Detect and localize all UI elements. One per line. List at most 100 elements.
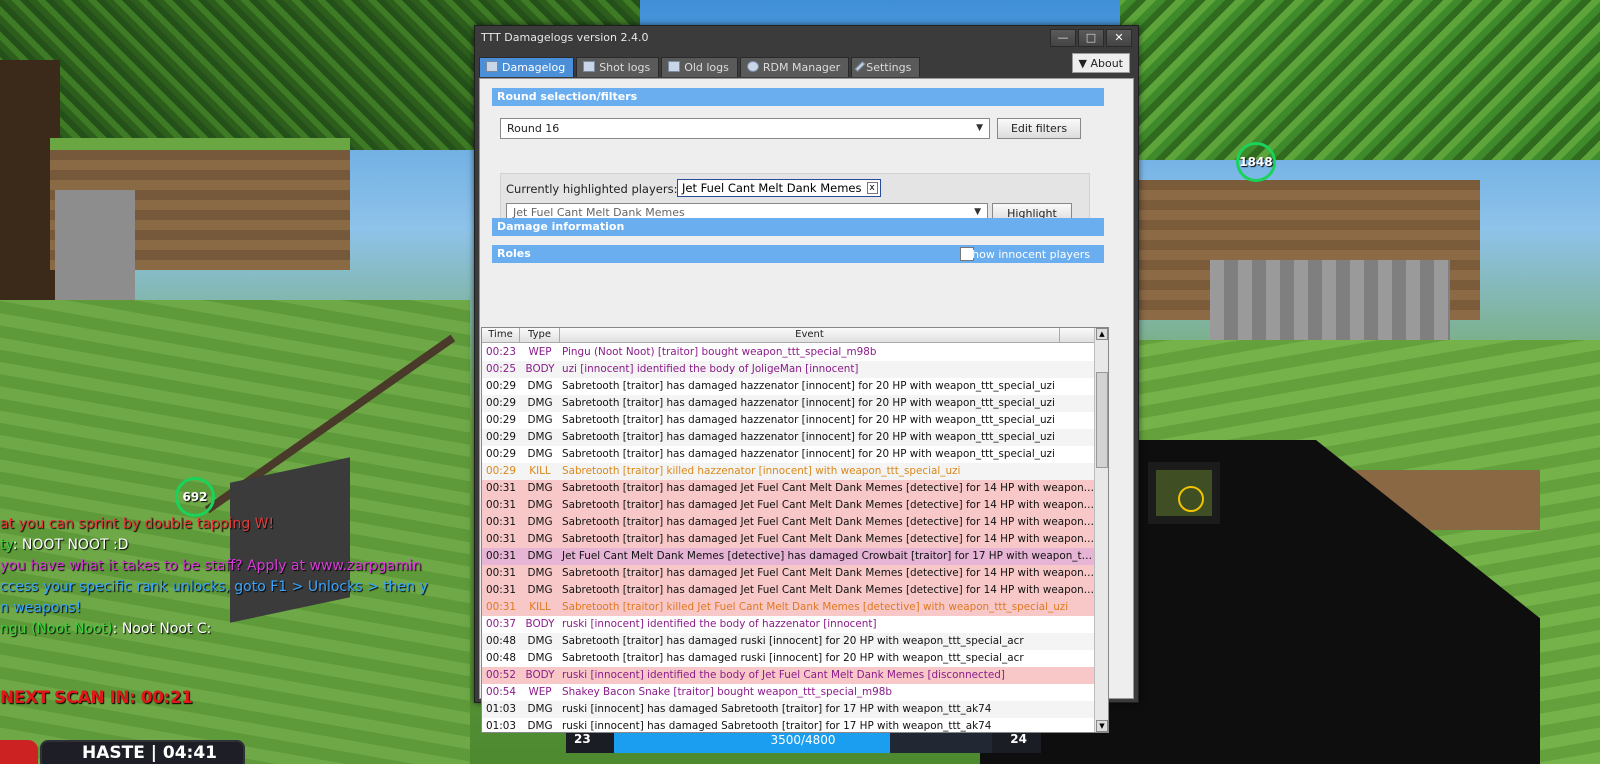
row-event: ruski [innocent] has damaged Sabretooth …: [562, 720, 992, 732]
chat-line: n weapons!: [0, 600, 470, 621]
calendar-icon: [668, 61, 681, 72]
chat-line: ngu (Noot Noot): Noot Noot C:: [0, 621, 470, 642]
ammo-clip: 23: [574, 732, 591, 746]
scroll-up-icon[interactable]: ▲: [1096, 328, 1108, 340]
table-row[interactable]: 00:31 DMG Sabretooth [traitor] has damaged…: [482, 480, 1096, 497]
chevron-down-icon: ▼: [974, 207, 981, 217]
row-time: 01:03: [486, 703, 516, 715]
row-type: DMG: [527, 414, 553, 426]
row-event: Sabretooth [traitor] killed Jet Fuel Can…: [562, 601, 1069, 613]
edit-filters-button[interactable]: Edit filters: [997, 118, 1081, 139]
table-row[interactable]: 00:29 DMG Sabretooth [traitor] has damaged…: [482, 446, 1096, 463]
chat-text: : NOOT NOOT :D: [12, 537, 129, 553]
row-event: Sabretooth [traitor] has damaged hazzena…: [562, 414, 1055, 426]
row-time: 00:29: [486, 414, 516, 426]
damagelogs-window: TTT Damagelogs version 2.4.0 — □ ✕ Damag…: [474, 25, 1139, 733]
row-type: DMG: [527, 380, 553, 392]
row-event: ruski [innocent] has damaged Sabretooth …: [562, 703, 992, 715]
table-row[interactable]: 01:03 DMG ruski [innocent] has damaged Sab…: [482, 701, 1096, 718]
column-header-type[interactable]: Type: [520, 328, 560, 342]
weapon-sight: [1148, 462, 1220, 524]
table-row[interactable]: 01:03 DMG ruski [innocent] has damaged Sab…: [482, 718, 1096, 732]
row-time: 00:48: [486, 635, 516, 647]
row-type: DMG: [527, 720, 553, 732]
row-time: 00:31: [486, 482, 516, 494]
highlighted-players-label: Currently highlighted players:: [506, 182, 678, 196]
row-time: 00:31: [486, 516, 516, 528]
row-time: 00:29: [486, 397, 516, 409]
chat-text: ty: [0, 537, 13, 553]
reticle-icon: [1178, 486, 1204, 512]
roles-label: Roles: [497, 247, 531, 260]
chat-text: : Noot Noot C:: [112, 621, 212, 637]
chat-text: you have what it takes to be staff? Appl…: [0, 558, 422, 574]
chat-line: you have what it takes to be staff? Appl…: [0, 558, 470, 579]
row-time: 00:31: [486, 499, 516, 511]
about-button[interactable]: ▼ About: [1071, 53, 1130, 73]
close-button[interactable]: ✕: [1106, 29, 1132, 47]
table-row[interactable]: 00:48 DMG Sabretooth [traitor] has damaged…: [482, 650, 1096, 667]
table-row[interactable]: 00:29 KILL Sabretooth [traitor] killed haz…: [482, 463, 1096, 480]
player-marker-ring: 1848: [1236, 142, 1276, 182]
magnifier-icon: [746, 61, 759, 72]
table-row[interactable]: 00:29 DMG Sabretooth [traitor] has damaged…: [482, 429, 1096, 446]
table-row[interactable]: 00:52 BODY ruski [innocent] identified the…: [482, 667, 1096, 684]
maximize-button[interactable]: □: [1078, 29, 1104, 47]
table-row[interactable]: 00:48 DMG Sabretooth [traitor] has damaged…: [482, 633, 1096, 650]
table-row[interactable]: 00:23 WEP Pingu (Noot Noot) [traitor] boug…: [482, 344, 1096, 361]
row-type: KILL: [529, 465, 551, 477]
row-type: DMG: [527, 431, 553, 443]
row-time: 00:31: [486, 584, 516, 596]
scroll-down-icon[interactable]: ▼: [1096, 720, 1108, 732]
haste-timer: HASTE | 04:41: [40, 740, 245, 764]
row-type: DMG: [527, 499, 553, 511]
column-header-spacer: [1060, 328, 1096, 342]
vertical-scrollbar[interactable]: ▲ ▼: [1094, 328, 1108, 732]
column-header-time[interactable]: Time: [482, 328, 520, 342]
tab-shot-logs[interactable]: Shot logs: [576, 57, 660, 77]
chat-line: ty: NOOT NOOT :D: [0, 537, 470, 558]
row-event: Sabretooth [traitor] has damaged Jet Fue…: [562, 499, 1096, 511]
row-time: 00:52: [486, 669, 516, 681]
show-innocent-label: Show innocent players: [965, 248, 1090, 261]
row-event: Sabretooth [traitor] has damaged Jet Fue…: [562, 533, 1096, 545]
tab-damagelog[interactable]: Damagelog: [479, 57, 575, 77]
table-row[interactable]: 00:31 KILL Sabretooth [traitor] killed Jet…: [482, 599, 1096, 616]
section-damage-information: Damage information: [492, 218, 1104, 236]
tab-settings[interactable]: Settings: [851, 57, 921, 77]
table-row[interactable]: 00:29 DMG Sabretooth [traitor] has damaged…: [482, 378, 1096, 395]
table-row[interactable]: 00:31 DMG Sabretooth [traitor] has damaged…: [482, 565, 1096, 582]
row-type: BODY: [525, 669, 555, 681]
table-icon: [486, 61, 498, 72]
minimize-button[interactable]: —: [1050, 29, 1076, 47]
table-row[interactable]: 00:31 DMG Sabretooth [traitor] has damaged…: [482, 531, 1096, 548]
table-row[interactable]: 00:25 BODY uzi [innocent] identified the b…: [482, 361, 1096, 378]
row-event: Sabretooth [traitor] has damaged Jet Fue…: [562, 516, 1096, 528]
tab-label: Settings: [866, 61, 912, 74]
chat-line: at you can sprint by double tapping W!: [0, 516, 470, 537]
row-type: DMG: [527, 550, 553, 562]
chat-text: n weapons!: [0, 600, 82, 616]
row-type: DMG: [527, 448, 553, 460]
log-rows: 00:23 WEP Pingu (Noot Noot) [traitor] boug…: [482, 344, 1096, 732]
row-type: DMG: [527, 533, 553, 545]
table-row[interactable]: 00:31 DMG Jet Fuel Cant Melt Dank Memes [d…: [482, 548, 1096, 565]
row-time: 00:23: [486, 346, 516, 358]
table-row[interactable]: 00:29 DMG Sabretooth [traitor] has damaged…: [482, 412, 1096, 429]
tab-rdm-manager[interactable]: RDM Manager: [739, 57, 850, 77]
tab-old-logs[interactable]: Old logs: [661, 57, 738, 77]
table-row[interactable]: 00:31 DMG Sabretooth [traitor] has damaged…: [482, 514, 1096, 531]
chip-remove-button[interactable]: x: [866, 182, 878, 194]
chip-label: Jet Fuel Cant Melt Dank Memes: [682, 181, 862, 195]
table-row[interactable]: 00:31 DMG Sabretooth [traitor] has damaged…: [482, 497, 1096, 514]
scrollbar-thumb[interactable]: [1096, 372, 1108, 468]
window-title: TTT Damagelogs version 2.4.0: [481, 31, 649, 44]
column-header-event[interactable]: Event: [560, 328, 1060, 342]
row-event: Sabretooth [traitor] has damaged ruski […: [562, 652, 1024, 664]
table-row[interactable]: 00:54 WEP Shakey Bacon Snake [traitor] bou…: [482, 684, 1096, 701]
table-row[interactable]: 00:31 DMG Sabretooth [traitor] has damaged…: [482, 582, 1096, 599]
row-time: 00:31: [486, 533, 516, 545]
table-row[interactable]: 00:29 DMG Sabretooth [traitor] has damaged…: [482, 395, 1096, 412]
table-row[interactable]: 00:37 BODY ruski [innocent] identified the…: [482, 616, 1096, 633]
round-select[interactable]: Round 16 ▼: [500, 118, 990, 139]
